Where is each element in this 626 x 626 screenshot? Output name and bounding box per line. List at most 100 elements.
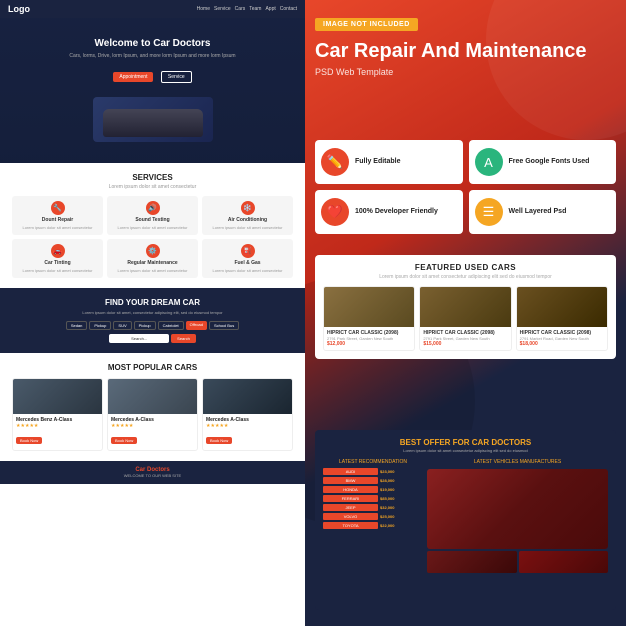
offer-table-col: LATEST RECOMMENDATION AUDI $23,000 BMW $… xyxy=(323,459,423,573)
nav-cars[interactable]: Cars xyxy=(235,6,246,12)
feature-label-fonts: Free Google Fonts Used xyxy=(509,157,590,166)
offer-price-5: $32,000 xyxy=(380,505,394,510)
best-offer-subtitle: Lorem ipsum dolor sit amet consectetur a… xyxy=(323,448,608,453)
car-book-btn-1[interactable]: Book Now xyxy=(16,437,42,444)
featured-used-cars-title: FEATURED USED CARS xyxy=(323,263,608,272)
car-image-2 xyxy=(108,379,197,414)
product-info-block: Car Repair And Maintenance PSD Web Templ… xyxy=(315,40,616,77)
car-rating-1: ★★★★★ xyxy=(16,423,99,429)
service-desc-3: Lorem ipsum dolor sit amet consectetur xyxy=(205,225,290,230)
car-book-btn-3[interactable]: Book Now xyxy=(206,437,232,444)
car-rating-3: ★★★★★ xyxy=(206,423,289,429)
car-card-2: Mercedes A-Class ★★★★★ Book Now xyxy=(107,378,198,451)
service-icon-4: 🚗 xyxy=(51,244,65,258)
feature-label-developer: 100% Developer Friendly xyxy=(355,207,438,216)
website-preview-panel: Logo Home Service Cars Team Appt Contact… xyxy=(0,0,305,626)
service-name-4: Car Tinting xyxy=(15,260,100,266)
services-subtitle: Lorem ipsum dolor sit amet consectetur xyxy=(12,184,293,190)
service-name-5: Regular Maintenance xyxy=(110,260,195,266)
feature-card-editable: ✏️ Fully Editable xyxy=(315,140,463,184)
nav-appt[interactable]: Appt xyxy=(265,6,275,12)
featured-car-img-1 xyxy=(324,287,414,327)
feature-card-layered: ☰ Well Layered Psd xyxy=(469,190,617,234)
find-search-input[interactable]: Search... xyxy=(109,334,169,343)
find-car-filters: Sedan Pickup SUV Pickup Cabriolet Offroa… xyxy=(12,321,293,330)
offer-price-6: $25,000 xyxy=(380,514,394,519)
car-image-1 xyxy=(13,379,102,414)
offer-price-4: $85,000 xyxy=(380,496,394,501)
service-icon-5: ⚙️ xyxy=(146,244,160,258)
filter-suv[interactable]: SUV xyxy=(113,321,131,330)
offer-price-1: $23,000 xyxy=(380,469,394,474)
find-car-title: FIND YOUR DREAM CAR xyxy=(12,298,293,307)
service-desc-6: Lorem ipsum dolor sit amet consectetur xyxy=(205,268,290,273)
service-card-3: ❄️ Air Conditioning Lorem ipsum dolor si… xyxy=(202,196,293,235)
popular-cars-section: MOST POPULAR CARS Mercedes Benz A-Class … xyxy=(0,353,305,461)
offer-label-4: FERRARI xyxy=(323,495,378,502)
service-desc-2: Lorem ipsum dolor sit amet consectetur xyxy=(110,225,195,230)
product-title: Car Repair And Maintenance xyxy=(315,40,616,63)
feature-icon-fonts: A xyxy=(475,148,503,176)
services-grid: 🔧 Dount Repair Lorem ipsum dolor sit ame… xyxy=(12,196,293,278)
site-logo: Logo xyxy=(8,4,30,14)
service-card-2: 🔊 Sound Testing Lorem ipsum dolor sit am… xyxy=(107,196,198,235)
service-card-5: ⚙️ Regular Maintenance Lorem ipsum dolor… xyxy=(107,239,198,278)
offer-label-7: TOYOTA xyxy=(323,522,378,529)
nav-team[interactable]: Team xyxy=(249,6,261,12)
filter-sedan[interactable]: Sedan xyxy=(66,321,88,330)
feature-label-layered: Well Layered Psd xyxy=(509,207,567,216)
featured-car-3: HIPRICT CAR CLASSIC (2098) 2791 Market R… xyxy=(516,286,608,351)
filter-pickup2[interactable]: Pickup xyxy=(134,321,156,330)
offer-car-big-image xyxy=(427,469,608,549)
service-name-1: Dount Repair xyxy=(15,217,100,223)
car-card-3: Mercedes A-Class ★★★★★ Book Now xyxy=(202,378,293,451)
nav-service[interactable]: Service xyxy=(214,6,231,12)
find-car-search-row: Search... Search xyxy=(12,334,293,343)
fcar-price-2: $15,000 xyxy=(423,341,507,347)
nav-contact[interactable]: Contact xyxy=(280,6,297,12)
feature-label-editable: Fully Editable xyxy=(355,157,401,166)
offer-label-1: AUDI xyxy=(323,468,378,475)
nav-home[interactable]: Home xyxy=(197,6,210,12)
service-icon-1: 🔧 xyxy=(51,201,65,215)
best-offer-section: BEST OFFER FOR CAR DOCTORS Lorem ipsum d… xyxy=(315,430,616,610)
car-rating-2: ★★★★★ xyxy=(111,423,194,429)
popular-cars-title: MOST POPULAR CARS xyxy=(12,363,293,372)
image-not-included-badge: IMAGE NOT INCLUDED xyxy=(315,18,418,31)
service-card-6: ⛽ Fuel & Gas Lorem ipsum dolor sit amet … xyxy=(202,239,293,278)
offer-left-label: LATEST RECOMMENDATION xyxy=(323,459,423,465)
offer-right-label: LATEST VEHICLES MANUFACTURES xyxy=(427,459,608,465)
feature-cards-grid: ✏️ Fully Editable A Free Google Fonts Us… xyxy=(315,140,616,234)
service-name-2: Sound Testing xyxy=(110,217,195,223)
featured-car-info-3: HIPRICT CAR CLASSIC (2098) 2791 Market R… xyxy=(517,327,607,350)
product-subtitle: PSD Web Template xyxy=(315,67,616,77)
hero-subtitle: Cars, lorms, Drive, lorm Ipsum, and more… xyxy=(12,53,293,59)
filter-schoolbus[interactable]: School Bus xyxy=(209,321,239,330)
fcar-price-1: $12,000 xyxy=(327,341,411,347)
offer-label-3: HONDA xyxy=(323,486,378,493)
filter-cabriolet[interactable]: Cabriolet xyxy=(158,321,184,330)
featured-cars-row: HIPRICT CAR CLASSIC (2098) 2791 Park Str… xyxy=(323,286,608,351)
offer-layout: LATEST RECOMMENDATION AUDI $23,000 BMW $… xyxy=(323,459,608,573)
service-desc-4: Lorem ipsum dolor sit amet consectetur xyxy=(15,268,100,273)
car-card-1: Mercedes Benz A-Class ★★★★★ Book Now xyxy=(12,378,103,451)
featured-car-info-1: HIPRICT CAR CLASSIC (2098) 2791 Park Str… xyxy=(324,327,414,350)
feature-icon-developer: ❤️ xyxy=(321,198,349,226)
best-offer-title: BEST OFFER FOR CAR DOCTORS xyxy=(323,438,608,447)
filter-pickup[interactable]: Pickup xyxy=(89,321,111,330)
filter-offroad-active[interactable]: Offroad xyxy=(186,321,207,330)
service-icon-2: 🔊 xyxy=(146,201,160,215)
find-search-button[interactable]: Search xyxy=(171,334,196,343)
featured-used-cars-section: FEATURED USED CARS Lorem ipsum dolor sit… xyxy=(315,255,616,359)
services-title: SERVICES xyxy=(12,173,293,182)
featured-car-2: HIPRICT CAR CLASSIC (2098) 2791 Park Str… xyxy=(419,286,511,351)
popular-cars-grid: Mercedes Benz A-Class ★★★★★ Book Now Mer… xyxy=(12,378,293,451)
site-hero: Welcome to Car Doctors Cars, lorms, Driv… xyxy=(0,18,305,163)
services-section: SERVICES Lorem ipsum dolor sit amet cons… xyxy=(0,163,305,288)
hero-appointment-btn[interactable]: Appointment xyxy=(113,72,153,82)
site-nav-links: Home Service Cars Team Appt Contact xyxy=(197,6,297,12)
service-icon-6: ⛽ xyxy=(241,244,255,258)
car-book-btn-2[interactable]: Book Now xyxy=(111,437,137,444)
offer-price-2: $28,000 xyxy=(380,478,394,483)
hero-service-btn[interactable]: Service xyxy=(161,71,192,83)
